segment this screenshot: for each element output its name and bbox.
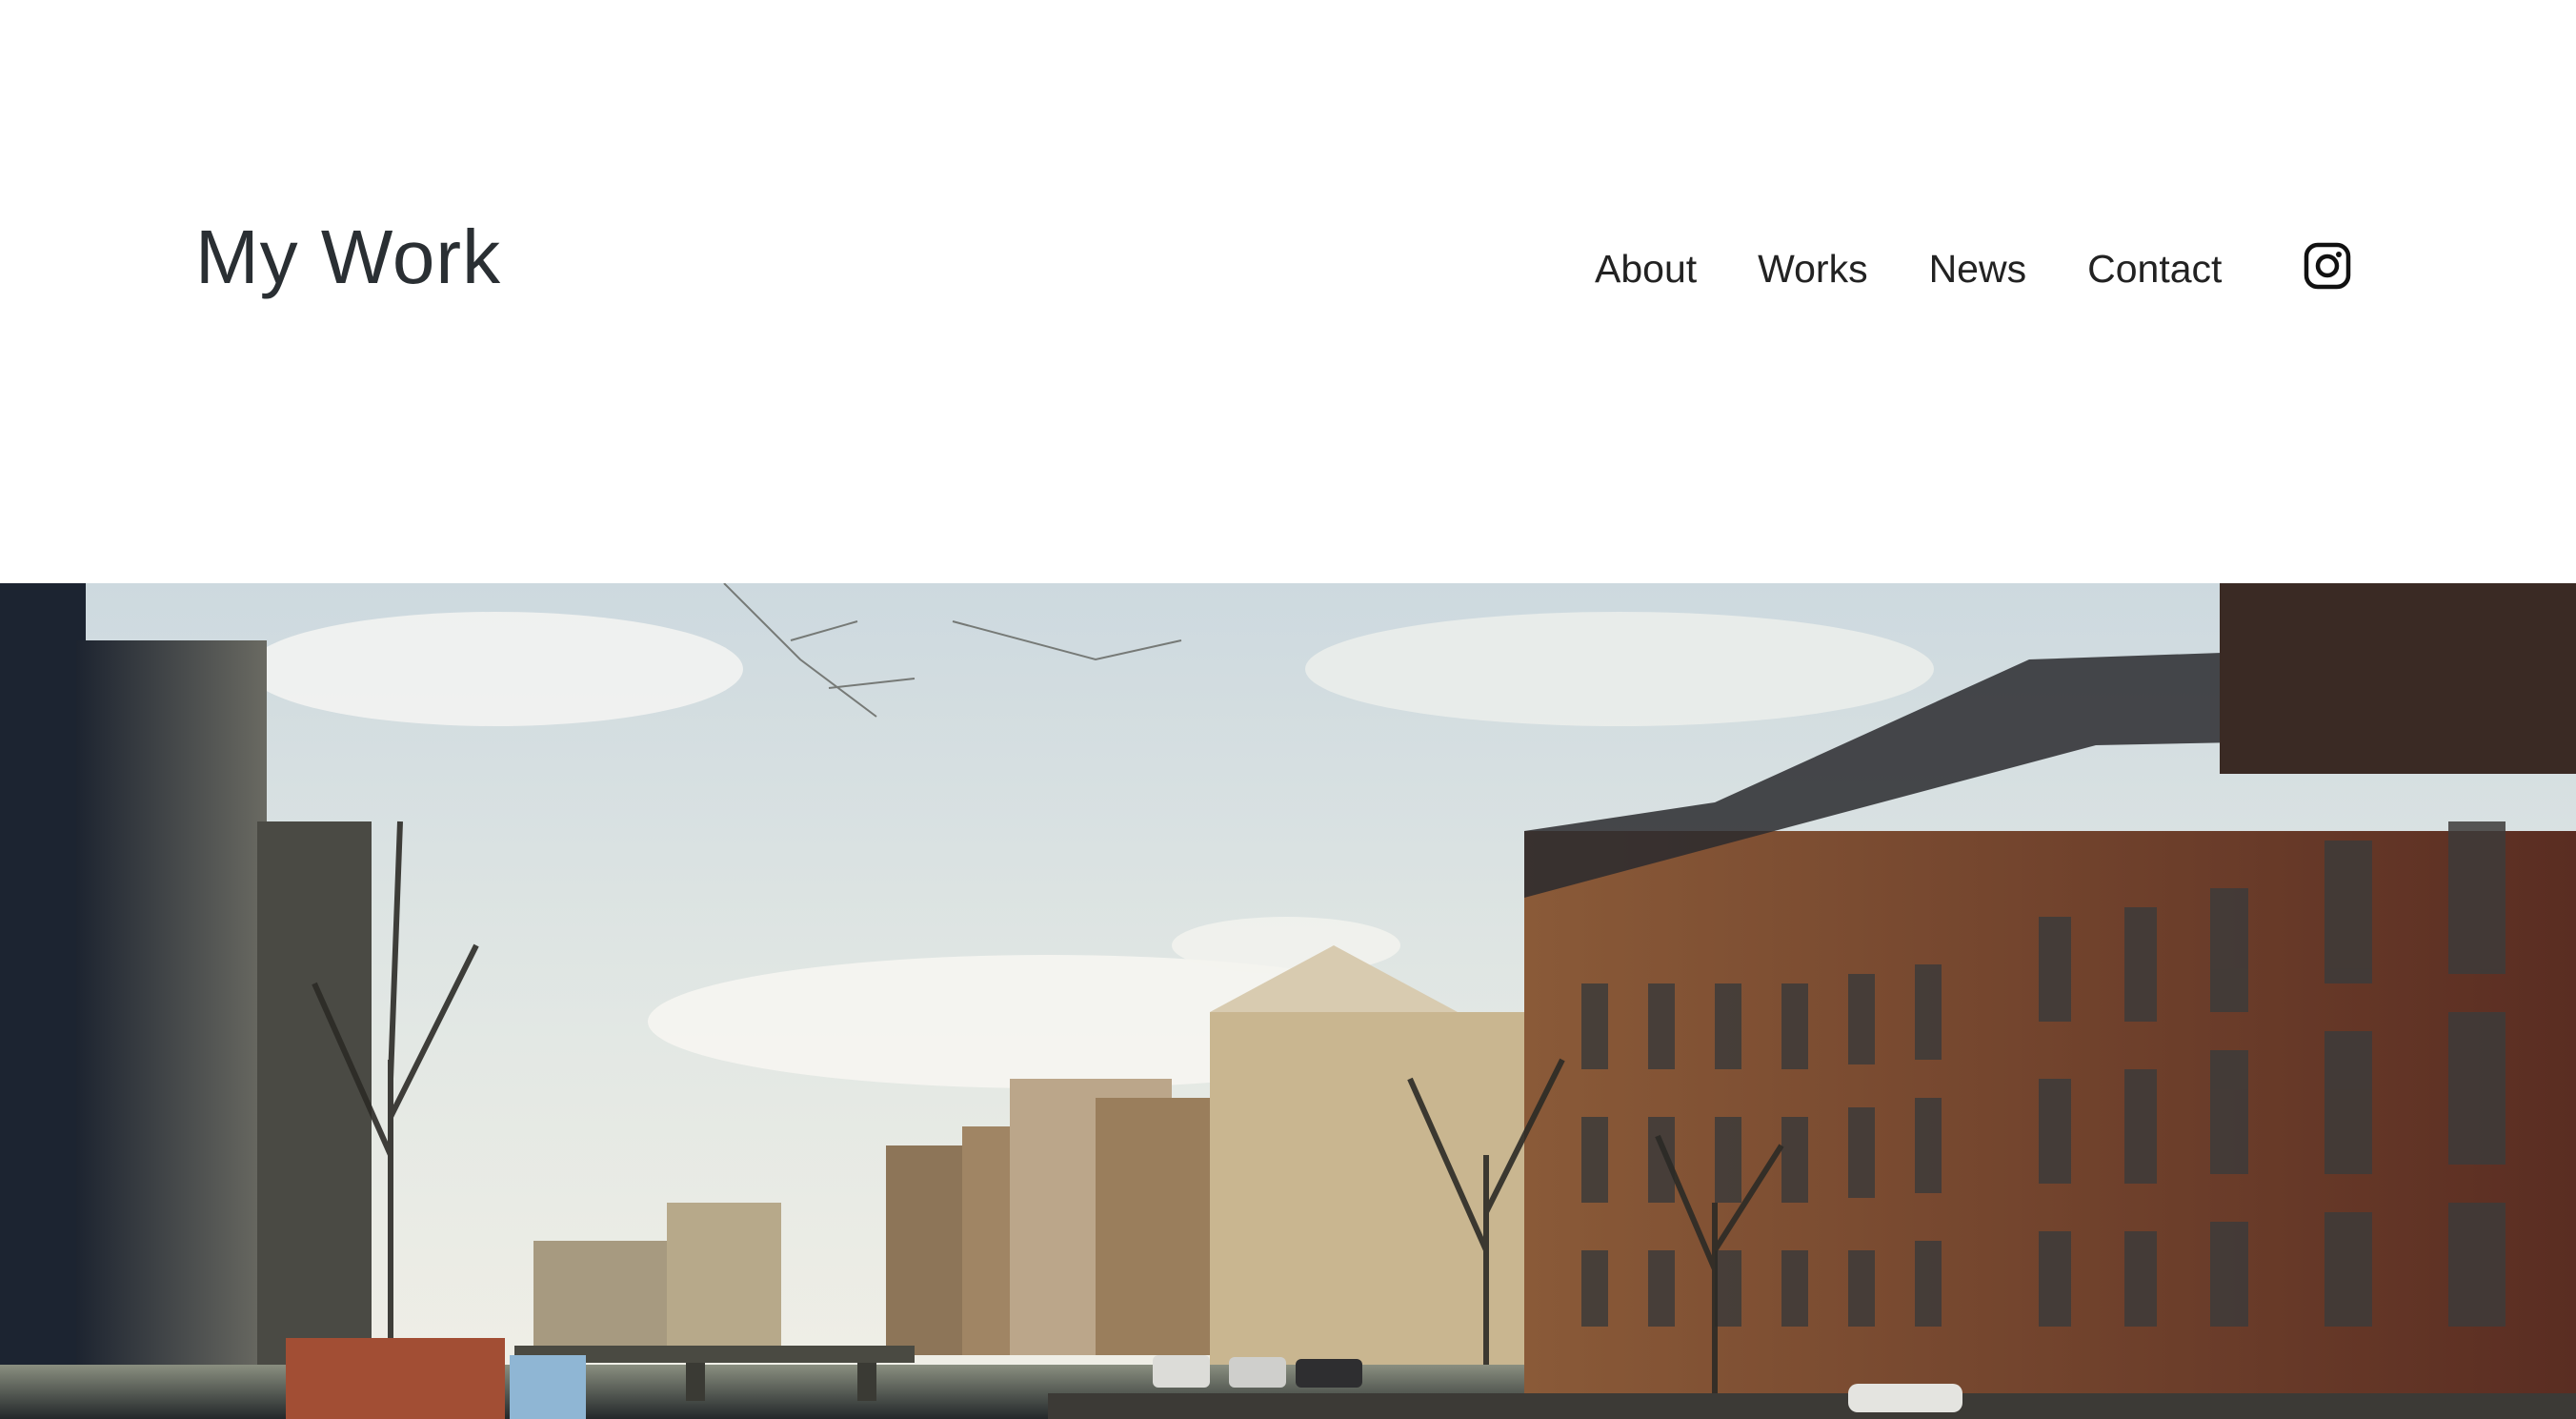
- nav-link-contact[interactable]: Contact: [2087, 249, 2222, 289]
- nav-link-about[interactable]: About: [1595, 249, 1697, 289]
- site-header: My Work About Works News Contact: [0, 0, 2576, 583]
- hero-image: [0, 583, 2576, 1419]
- canal-street-photo: [0, 583, 2576, 1419]
- site-logo[interactable]: My Work: [195, 219, 501, 295]
- nav-link-works[interactable]: Works: [1758, 249, 1867, 289]
- main-nav: About Works News Contact: [1595, 246, 2222, 292]
- nav-link-news[interactable]: News: [1929, 249, 2027, 289]
- instagram-icon[interactable]: [2304, 242, 2351, 290]
